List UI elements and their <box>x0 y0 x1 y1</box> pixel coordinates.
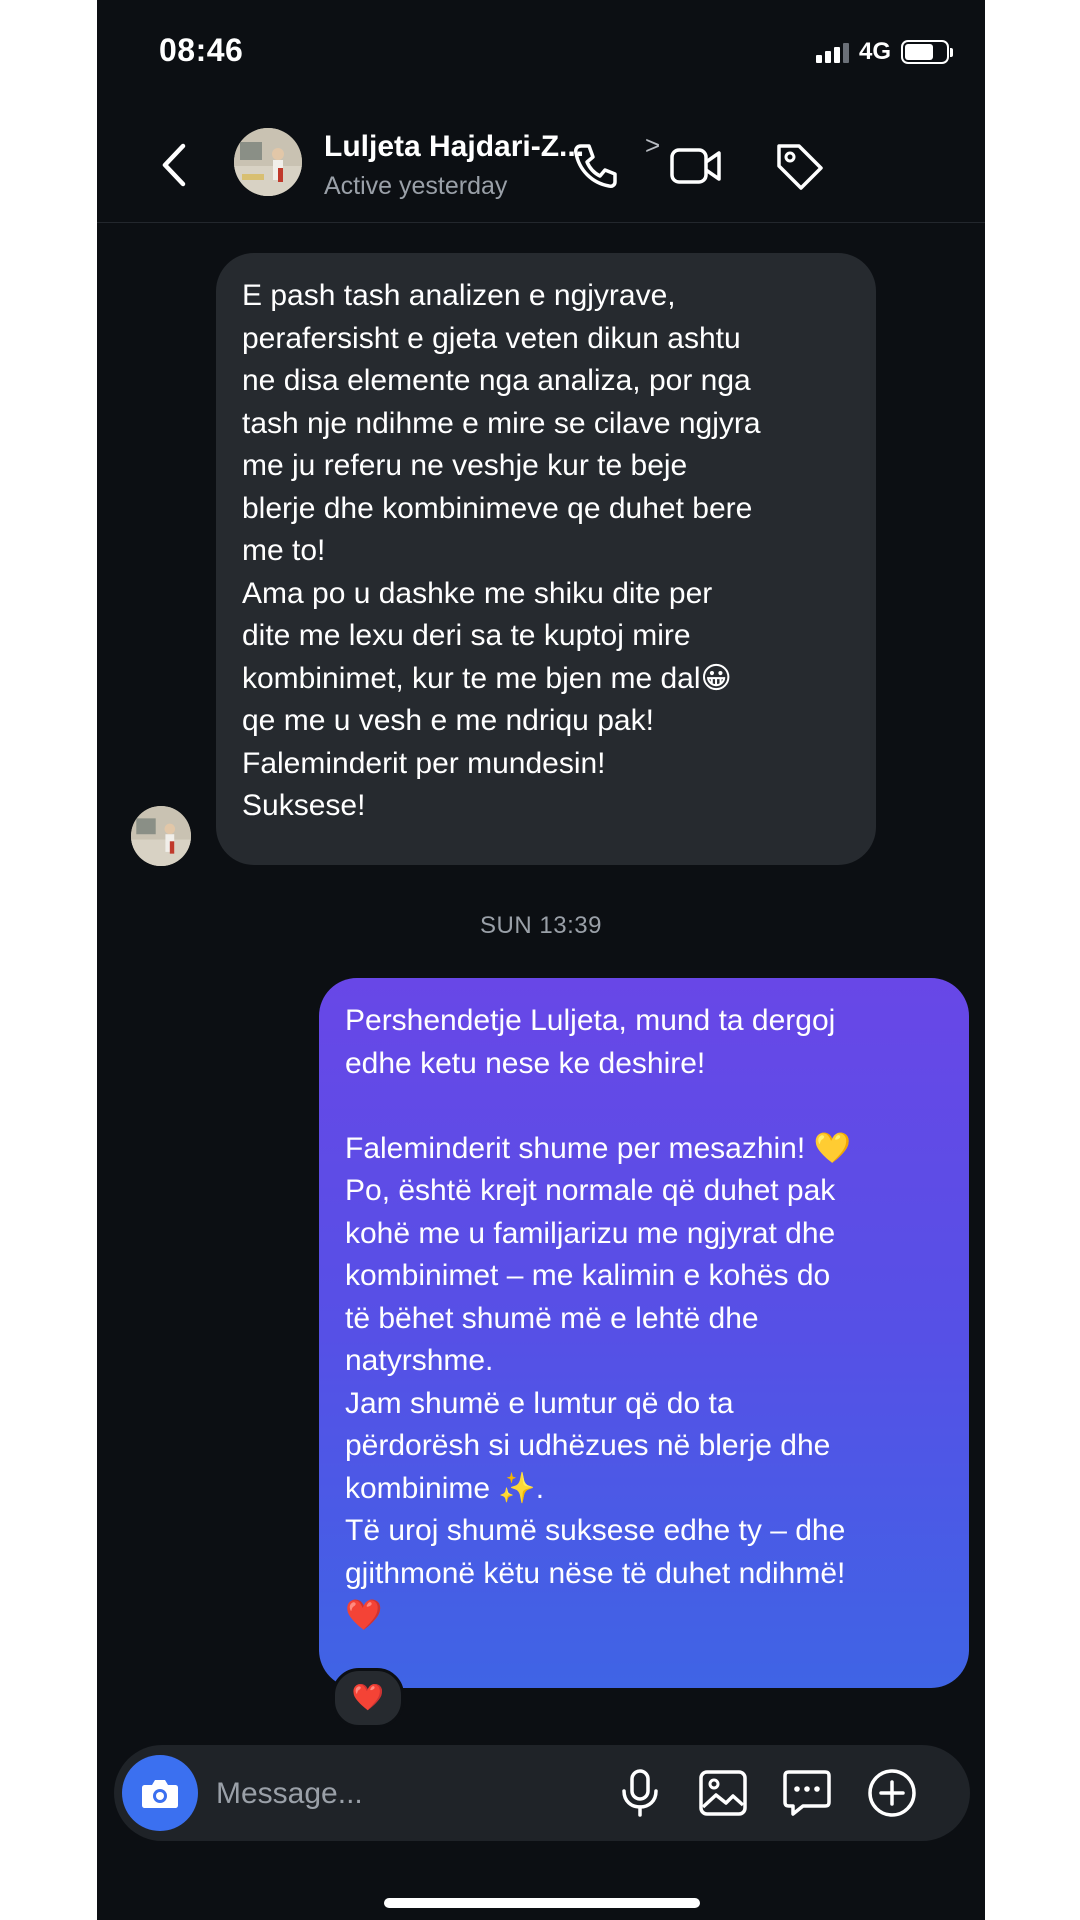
contact-avatar[interactable] <box>234 128 302 196</box>
heart-reaction[interactable]: ❤️ <box>332 1668 404 1728</box>
back-icon[interactable] <box>155 140 195 190</box>
network-label: 4G <box>858 38 891 65</box>
video-icon[interactable] <box>668 138 724 194</box>
incoming-message-text: E pash tash analizen e ngjyrave, perafer… <box>242 279 761 822</box>
phone-icon[interactable] <box>567 138 623 194</box>
chat-header: Luljeta Hajdari-Z... > Active yesterday <box>97 110 985 223</box>
message-timestamp: SUN 13:39 <box>480 912 602 939</box>
home-indicator[interactable] <box>384 1898 700 1908</box>
incoming-message-bubble[interactable]: E pash tash analizen e ngjyrave, perafer… <box>216 253 876 865</box>
message-composer <box>114 1745 970 1841</box>
outgoing-message-bubble[interactable]: Pershendetje Luljeta, mund ta dergoj edh… <box>319 978 969 1688</box>
active-status: Active yesterday <box>324 172 508 200</box>
message-input[interactable] <box>214 1767 598 1821</box>
outgoing-message-text: Pershendetje Luljeta, mund ta dergoj edh… <box>345 1004 851 1632</box>
contact-name[interactable]: Luljeta Hajdari-Z... <box>324 130 584 164</box>
signal-icon <box>815 41 849 63</box>
status-icons: 4G <box>815 38 953 66</box>
sticker-icon[interactable] <box>781 1767 833 1819</box>
plus-icon[interactable] <box>866 1767 918 1819</box>
gallery-icon[interactable] <box>697 1767 749 1819</box>
camera-button[interactable] <box>122 1755 198 1831</box>
status-time: 08:46 <box>159 32 244 68</box>
battery-icon <box>901 40 953 64</box>
chevron-right-icon[interactable]: > <box>645 130 660 161</box>
microphone-icon[interactable] <box>614 1767 666 1819</box>
phone-screen: 08:46 4G Luljeta Hajdari-Z... > Active y… <box>97 0 985 1920</box>
camera-icon <box>142 1780 178 1808</box>
tag-icon[interactable] <box>771 138 827 194</box>
sender-avatar[interactable] <box>131 806 191 866</box>
